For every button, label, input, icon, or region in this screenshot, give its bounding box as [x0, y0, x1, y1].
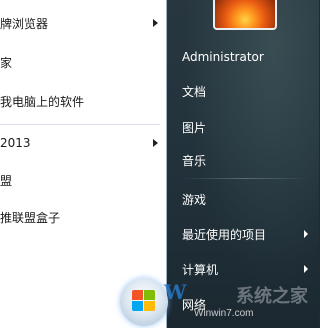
program-item-league[interactable]: 盟	[0, 165, 166, 195]
program-item-2013[interactable]: 2013	[0, 128, 166, 158]
divider	[180, 178, 310, 179]
submenu-arrow-icon	[153, 19, 158, 27]
watermark-logo: W	[164, 280, 187, 304]
user-name: Administrator	[182, 50, 264, 64]
submenu-arrow-icon	[304, 265, 308, 273]
watermark: W 系统之家 Winwin7.com	[164, 280, 314, 326]
program-item-home[interactable]: 家	[0, 47, 166, 77]
program-item-software[interactable]: 我电脑上的软件	[0, 86, 166, 116]
divider	[0, 124, 160, 125]
menu-label: 最近使用的项目	[182, 227, 267, 242]
menu-item-computer[interactable]: 计算机	[182, 256, 312, 282]
menu-label: 游戏	[182, 192, 207, 207]
program-label: 推联盟盒子	[0, 210, 61, 225]
menu-label: 图片	[182, 120, 207, 135]
menu-item-pictures[interactable]: 图片	[182, 114, 312, 140]
program-item-browser[interactable]: 牌浏览器	[0, 8, 166, 38]
user-picture[interactable]	[213, 0, 277, 30]
watermark-url: Winwin7.com	[194, 308, 254, 319]
menu-item-music[interactable]: 音乐	[182, 147, 312, 173]
windows-logo-icon	[132, 290, 156, 312]
program-label: 2013	[0, 136, 31, 150]
submenu-arrow-icon	[153, 139, 158, 147]
program-item-league-box[interactable]: 推联盟盒子	[0, 202, 166, 232]
menu-label: 计算机	[182, 262, 219, 277]
submenu-arrow-icon	[304, 230, 308, 238]
watermark-title: 系统之家	[236, 286, 308, 307]
menu-label: 文档	[182, 84, 207, 99]
menu-item-games[interactable]: 游戏	[182, 186, 312, 212]
menu-item-recent[interactable]: 最近使用的项目	[182, 221, 312, 247]
program-label: 家	[0, 55, 13, 70]
menu-item-user[interactable]: Administrator	[182, 44, 312, 70]
program-label: 牌浏览器	[0, 16, 49, 31]
program-label: 我电脑上的软件	[0, 94, 85, 109]
program-label: 盟	[0, 173, 13, 188]
menu-item-documents[interactable]: 文档	[182, 78, 312, 104]
menu-label: 音乐	[182, 153, 207, 168]
